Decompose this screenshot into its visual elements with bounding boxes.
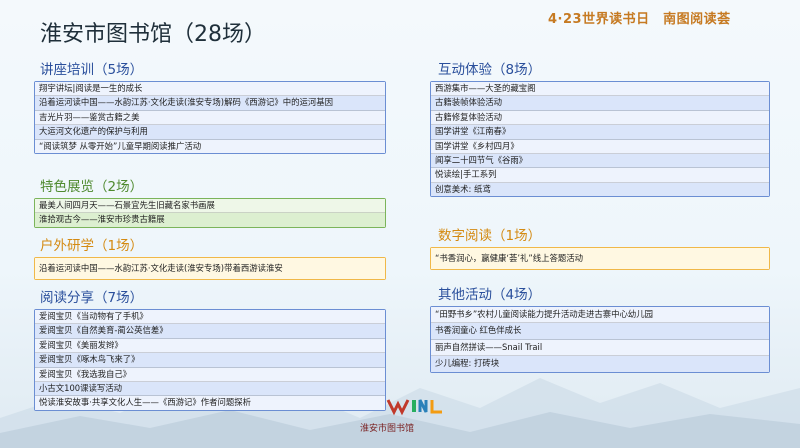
list-item[interactable]: “书香润心，赢健康‘荟’礼”线上答题活动	[431, 248, 769, 270]
section-title: 互动体验（8场）	[438, 62, 542, 78]
list-item[interactable]: 悦读绘|手工系列	[431, 168, 769, 183]
list-item[interactable]: 大运河文化遗产的保护与利用	[35, 125, 385, 140]
list-item[interactable]: 古籍修复体验活动	[431, 110, 769, 126]
logo-text: 淮安市图书馆	[360, 424, 415, 434]
lecture-list: 翔宇讲坛|阅读是一生的成长 沿着运河读中国——水韵江苏·文化走读(淮安专场)解码…	[34, 81, 386, 155]
section-title: 阅读分享（7场）	[40, 290, 144, 306]
list-item[interactable]: 吉光片羽——鉴赏古籍之美	[35, 110, 385, 126]
section-title: 特色展览（2场）	[40, 179, 144, 195]
other-list: “田野书乡”农村儿童阅读能力提升活动走进古寨中心幼儿园 书香润童心 红色伴成长 …	[430, 306, 770, 373]
list-item[interactable]: 沿着运河读中国——水韵江苏·文化走读(淮安专场)带着西游读淮安	[35, 258, 385, 280]
interactive-list: 西游集市——大圣的藏宝阁 古籍装帧体验活动 古籍修复体验活动 国学讲堂《江南春》…	[430, 81, 770, 198]
list-item[interactable]: 最美人间四月天——石景宜先生旧藏名家书画展	[35, 199, 385, 214]
list-item[interactable]: 少儿编程: 打砖块	[431, 356, 769, 372]
section-title: 户外研学（1场）	[40, 238, 144, 254]
reading-list: 爱阅宝贝《当动物有了手机》 爱阅宝贝《自然美育-蔺公英信差》 爱阅宝贝《美丽发辫…	[34, 309, 386, 411]
list-item[interactable]: 西游集市——大圣的藏宝阁	[431, 82, 769, 97]
section-interactive: 互动体验（8场） 西游集市——大圣的藏宝阁 古籍装帧体验活动 古籍修复体验活动 …	[430, 60, 770, 198]
list-item[interactable]: “阅读筑梦 从零开始”儿童早期阅读推广活动	[35, 139, 385, 154]
exhibition-list: 最美人间四月天——石景宜先生旧藏名家书画展 淮拾观古今——淮安市珍贵古籍展	[34, 198, 386, 228]
list-item[interactable]: 爱阅宝贝《当动物有了手机》	[35, 310, 385, 325]
list-item[interactable]: 国学讲堂《江南春》	[431, 125, 769, 140]
section-digital: 数字阅读（1场） “书香润心，赢健康‘荟’礼”线上答题活动	[430, 226, 770, 271]
list-item[interactable]: 爱阅宝贝《美丽发辫》	[35, 338, 385, 354]
section-title: 其他活动（4场）	[438, 287, 542, 303]
list-item[interactable]: “田野书乡”农村儿童阅读能力提升活动走进古寨中心幼儿园	[431, 307, 769, 324]
top-banner: 4·23世界读书日 南图阅读荟	[548, 12, 731, 27]
digital-list: “书香润心，赢健康‘荟’礼”线上答题活动	[430, 247, 770, 271]
list-item[interactable]: 爱阅宝贝《啄木鸟飞来了》	[35, 353, 385, 368]
section-reading: 阅读分享（7场） 爱阅宝贝《当动物有了手机》 爱阅宝贝《自然美育-蔺公英信差》 …	[34, 288, 386, 411]
list-item[interactable]: 创意美术: 纸鸢	[431, 182, 769, 197]
section-title: 数字阅读（1场）	[438, 228, 542, 244]
list-item[interactable]: 悦读淮安故事·共享文化人生——《西游记》作者问题探析	[35, 396, 385, 410]
list-item[interactable]: 闻享二十四节气《谷雨》	[431, 154, 769, 169]
list-item[interactable]: 古籍装帧体验活动	[431, 96, 769, 111]
list-item[interactable]: 沿着运河读中国——水韵江苏·文化走读(淮安专场)解码《西游记》中的运河基因	[35, 96, 385, 111]
list-item[interactable]: 丽声自然拼读——Snail Trail	[431, 339, 769, 357]
section-lecture: 讲座培训（5场） 翔宇讲坛|阅读是一生的成长 沿着运河读中国——水韵江苏·文化走…	[34, 60, 386, 155]
list-item[interactable]: 爱阅宝贝《自然美育-蔺公英信差》	[35, 324, 385, 339]
list-item[interactable]: 书香润童心 红色伴成长	[431, 323, 769, 340]
page-title: 淮安市图书馆（28场）	[40, 22, 266, 47]
list-item[interactable]: 国学讲堂《乡村四月》	[431, 139, 769, 155]
section-exhibition: 特色展览（2场） 最美人间四月天——石景宜先生旧藏名家书画展 淮拾观古今——淮安…	[34, 177, 386, 228]
list-item[interactable]: 小古文100课读写活动	[35, 382, 385, 397]
library-logo-icon	[386, 399, 442, 416]
list-item[interactable]: 爱阅宝贝《我选我自己》	[35, 367, 385, 383]
section-outdoor: 户外研学（1场） 沿着运河读中国——水韵江苏·文化走读(淮安专场)带着西游读淮安	[34, 236, 386, 281]
outdoor-list: 沿着运河读中国——水韵江苏·文化走读(淮安专场)带着西游读淮安	[34, 257, 386, 281]
section-other: 其他活动（4场） “田野书乡”农村儿童阅读能力提升活动走进古寨中心幼儿园 书香润…	[430, 285, 770, 373]
list-item[interactable]: 淮拾观古今——淮安市珍贵古籍展	[35, 213, 385, 227]
section-title: 讲座培训（5场）	[40, 62, 144, 78]
list-item[interactable]: 翔宇讲坛|阅读是一生的成长	[35, 82, 385, 97]
